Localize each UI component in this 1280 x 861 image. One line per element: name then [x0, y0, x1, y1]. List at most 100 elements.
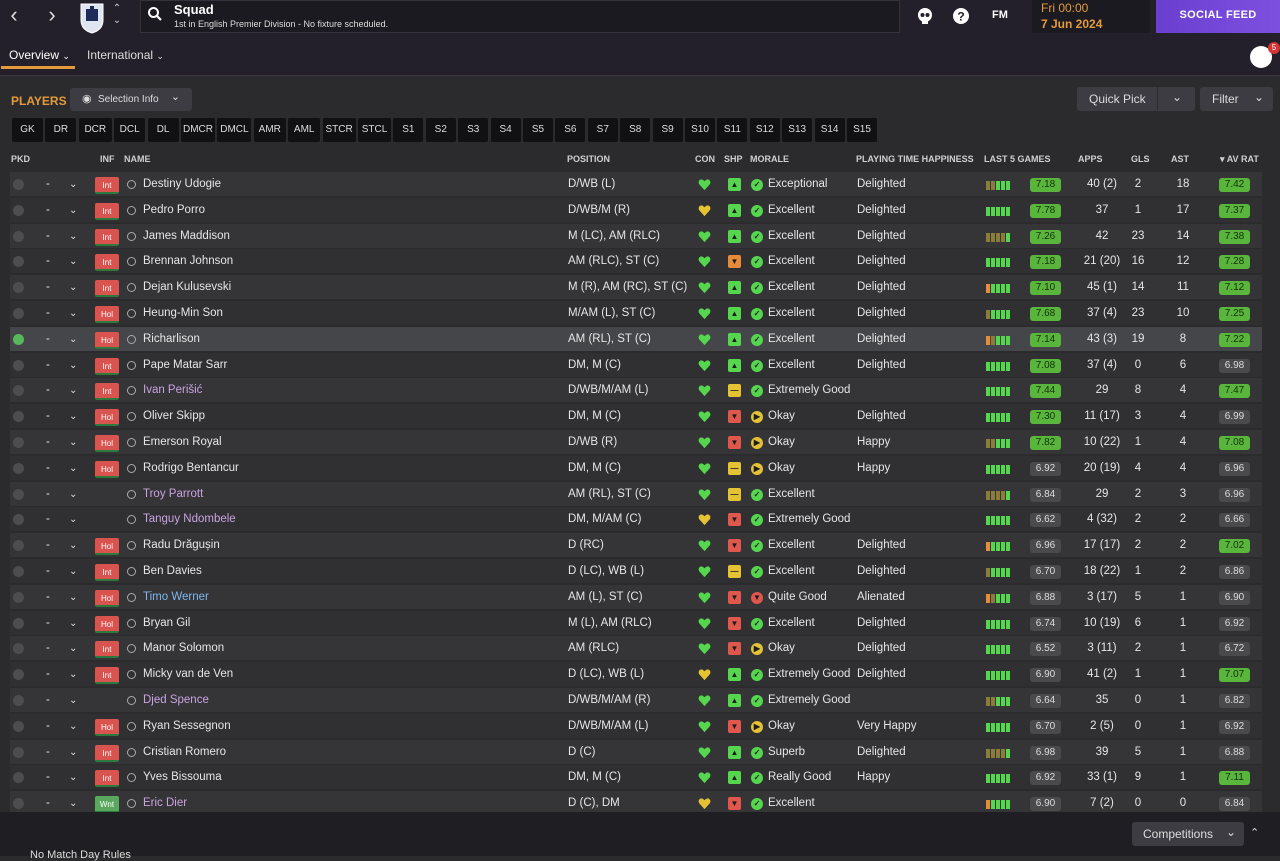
- player-name[interactable]: Ivan Perišić: [143, 378, 202, 403]
- picked-toggle[interactable]: [13, 308, 24, 319]
- position-filter-dmcl[interactable]: DMCL: [217, 118, 252, 142]
- table-row[interactable]: - ⌄ Hol Richarlison AM (RL), ST (C) ▲ ✓ Excelle…: [10, 326, 1262, 352]
- info-badge[interactable]: Int: [95, 254, 119, 272]
- squad-status[interactable]: -: [46, 533, 50, 558]
- picked-toggle[interactable]: [13, 772, 24, 784]
- position-filter-dr[interactable]: DR: [45, 118, 77, 142]
- previous-club-button[interactable]: ⌃: [110, 3, 124, 15]
- expand-row-chevron-icon[interactable]: ⌄: [69, 378, 77, 403]
- picked-toggle[interactable]: [13, 462, 24, 474]
- column-position[interactable]: POSITION: [567, 154, 610, 164]
- date-box[interactable]: Fri 00:00 7 Jun 2024: [1032, 0, 1150, 33]
- info-badge[interactable]: Hol: [95, 718, 119, 736]
- player-name[interactable]: Timo Werner: [143, 585, 209, 610]
- table-row[interactable]: - ⌄ Int Ben Davies D (LC), WB (L) — ✓ Excellent…: [10, 559, 1262, 584]
- squad-status[interactable]: -: [46, 585, 50, 610]
- squad-status[interactable]: -: [46, 456, 50, 481]
- table-row[interactable]: - ⌄ Int Pedro Porro D/WB/M (R) ▲ ✓ Excellent Del…: [10, 197, 1262, 223]
- column-condition[interactable]: CON: [695, 154, 715, 164]
- position-filter-s11[interactable]: S11: [717, 118, 748, 142]
- next-club-button[interactable]: ⌄: [110, 15, 124, 27]
- table-row[interactable]: - ⌄ Hol Heung-Min Son M/AM (L), ST (C) ▲ ✓ Exce…: [10, 301, 1262, 326]
- expand-row-chevron-icon[interactable]: ⌄: [69, 456, 77, 481]
- position-filter-s14[interactable]: S14: [814, 118, 845, 142]
- position-filter-stcr[interactable]: STCR: [322, 118, 356, 142]
- position-filter-s12[interactable]: S12: [749, 118, 780, 142]
- info-badge[interactable]: Hol: [95, 615, 119, 633]
- expand-row-chevron-icon[interactable]: ⌄: [69, 249, 77, 274]
- position-filter-s7[interactable]: S7: [587, 118, 618, 142]
- squad-status[interactable]: -: [46, 275, 50, 300]
- squad-status[interactable]: -: [46, 249, 50, 274]
- player-name[interactable]: Bryan Gil: [143, 611, 190, 636]
- forward-button[interactable]: ›: [40, 4, 64, 28]
- squad-status[interactable]: -: [46, 482, 50, 507]
- squad-status[interactable]: -: [46, 662, 50, 687]
- position-filter-s4[interactable]: S4: [490, 118, 521, 142]
- table-row[interactable]: - ⌄ Int Destiny Udogie D/WB (L) ▲ ✓ Exceptional…: [10, 172, 1262, 197]
- picked-toggle[interactable]: [13, 204, 24, 216]
- table-row[interactable]: - ⌄ Int Manor Solomon AM (RLC) ▼ ▶ Okay Delighte…: [10, 636, 1262, 662]
- info-badge[interactable]: Hol: [95, 409, 119, 427]
- table-row[interactable]: - ⌄ Int Micky van de Ven D (LC), WB (L) ▲ ✓ Ext…: [10, 662, 1262, 688]
- squad-status[interactable]: -: [46, 507, 50, 532]
- column-goals[interactable]: GLS: [1131, 154, 1150, 164]
- player-name[interactable]: Ryan Sessegnon: [143, 714, 231, 739]
- expand-row-chevron-icon[interactable]: ⌄: [69, 714, 77, 739]
- picked-toggle[interactable]: [13, 359, 24, 371]
- squad-status[interactable]: -: [46, 353, 50, 378]
- player-name[interactable]: Emerson Royal: [143, 430, 222, 455]
- info-badge[interactable]: Hol: [95, 589, 119, 607]
- squad-status[interactable]: -: [46, 301, 50, 326]
- player-name[interactable]: Oliver Skipp: [143, 404, 205, 429]
- expand-row-chevron-icon[interactable]: ⌄: [69, 533, 77, 558]
- skull-icon[interactable]: [915, 6, 935, 26]
- info-badge[interactable]: Int: [95, 228, 119, 246]
- social-feed-button[interactable]: SOCIAL FEED: [1156, 0, 1280, 33]
- table-row[interactable]: - ⌄ Int Yves Bissouma DM, M (C) ▲ ✓ Really Good…: [10, 765, 1262, 791]
- info-badge[interactable]: Hol: [95, 538, 119, 556]
- position-filter-dmcr[interactable]: DMCR: [181, 118, 215, 142]
- squad-status[interactable]: -: [46, 765, 50, 790]
- table-row[interactable]: - ⌄ Troy Parrott AM (RL), ST (C) — ✓ Excellent…: [10, 481, 1262, 507]
- info-badge[interactable]: Int: [95, 641, 119, 659]
- player-name[interactable]: Micky van de Ven: [143, 662, 233, 687]
- expand-row-chevron-icon[interactable]: ⌄: [69, 224, 77, 249]
- squad-status[interactable]: -: [46, 198, 50, 223]
- position-filter-s5[interactable]: S5: [523, 118, 553, 142]
- back-button[interactable]: ‹: [2, 4, 26, 28]
- position-filter-s15[interactable]: S15: [847, 118, 877, 142]
- player-name[interactable]: Yves Bissouma: [143, 765, 222, 790]
- competitions-button[interactable]: Competitions ⌄: [1132, 822, 1244, 846]
- info-badge[interactable]: Wnt: [95, 796, 119, 814]
- expand-row-chevron-icon[interactable]: ⌄: [69, 275, 77, 300]
- info-badge[interactable]: Int: [95, 744, 119, 762]
- expand-row-chevron-icon[interactable]: ⌄: [69, 301, 77, 326]
- selection-info-button[interactable]: ◉ Selection Info ⌄: [70, 88, 192, 111]
- picked-toggle[interactable]: [13, 282, 24, 294]
- column-inf[interactable]: INF: [100, 154, 115, 164]
- column-sharpness[interactable]: SHP: [724, 154, 743, 164]
- player-name[interactable]: Troy Parrott: [143, 482, 203, 507]
- squad-status[interactable]: -: [46, 430, 50, 455]
- player-name[interactable]: Radu Drăgușin: [143, 533, 220, 558]
- info-badge[interactable]: Int: [95, 564, 119, 581]
- picked-toggle[interactable]: [13, 566, 24, 577]
- column-morale[interactable]: MORALE: [750, 154, 789, 164]
- expand-row-chevron-icon[interactable]: ⌄: [69, 765, 77, 790]
- position-filter-aml[interactable]: AML: [288, 118, 321, 142]
- position-filter-dl[interactable]: DL: [147, 118, 179, 142]
- info-badge[interactable]: Int: [95, 202, 119, 220]
- player-name[interactable]: James Maddison: [143, 224, 230, 249]
- squad-status[interactable]: -: [46, 172, 50, 197]
- info-badge[interactable]: Int: [95, 357, 119, 375]
- expand-row-chevron-icon[interactable]: ⌄: [69, 198, 77, 223]
- info-badge[interactable]: Int: [95, 770, 119, 788]
- squad-status[interactable]: -: [46, 611, 50, 636]
- position-filter-s13[interactable]: S13: [782, 118, 813, 142]
- table-row[interactable]: - ⌄ Hol Bryan Gil M (L), AM (RLC) ▼ ✓ Excellent…: [10, 610, 1262, 636]
- player-name[interactable]: Pedro Porro: [143, 198, 205, 223]
- expand-row-chevron-icon[interactable]: ⌄: [69, 327, 77, 352]
- position-filter-stcl[interactable]: STCL: [358, 118, 391, 142]
- expand-row-chevron-icon[interactable]: ⌄: [69, 353, 77, 378]
